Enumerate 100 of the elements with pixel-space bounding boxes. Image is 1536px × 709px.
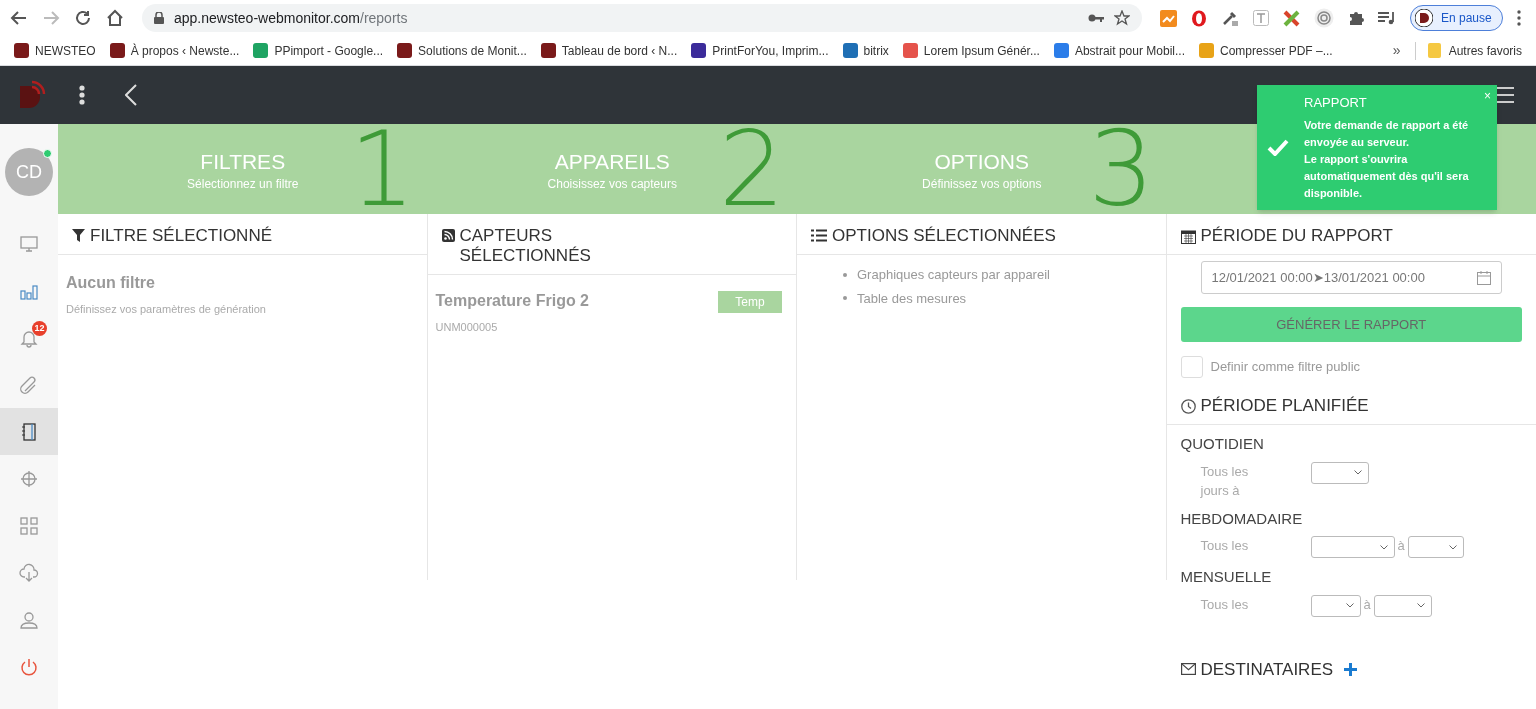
menu-icon[interactable] <box>1494 87 1514 103</box>
separator-text: à <box>1396 537 1406 555</box>
bookmark[interactable]: NEWSTEO <box>14 41 96 60</box>
calendar-icon <box>1477 270 1491 285</box>
dropdown[interactable] <box>1310 594 1361 617</box>
playlist-icon[interactable] <box>1378 11 1396 25</box>
clock-icon <box>1180 399 1196 414</box>
sidebar-item[interactable]: 12 <box>0 314 58 361</box>
separator-text: à <box>1362 595 1372 614</box>
power-icon <box>19 656 39 677</box>
schedule-label: Tous les <box>1200 537 1250 555</box>
profile-button[interactable]: En pause <box>1410 5 1503 31</box>
more-bookmarks-button[interactable]: » <box>1392 40 1401 61</box>
rss-icon <box>441 229 455 242</box>
text-icon[interactable] <box>1253 10 1269 26</box>
step-subtitle: Définissez vos options <box>922 176 1042 193</box>
bookmark-folder[interactable]: Autres favoris <box>1414 41 1522 60</box>
bookmark[interactable]: À propos ‹ Newste... <box>109 41 240 60</box>
notebook-icon <box>19 421 39 442</box>
crosshair-icon <box>19 468 39 489</box>
step-number: 1 <box>349 124 416 214</box>
section-title: OPTIONS SÉLECTIONNÉES <box>832 226 1056 246</box>
sidebar-item[interactable] <box>0 408 58 455</box>
filter-hint: Définissez vos paramètres de génération <box>66 302 267 317</box>
section-title: DESTINATAIRES <box>1200 658 1334 681</box>
checkbox-label: Definir comme filtre public <box>1210 358 1361 377</box>
check-icon <box>1267 139 1289 156</box>
option-item: Graphiques capteurs par appareil <box>857 266 1050 284</box>
dropdown[interactable] <box>1310 461 1369 484</box>
grid-icon <box>19 515 39 536</box>
eyedropper-icon[interactable] <box>1221 9 1239 27</box>
sensor-tag: Temp <box>718 291 782 313</box>
schedule-title: HEBDOMADAIRE <box>1180 508 1304 529</box>
chevron-down-icon <box>1448 544 1457 550</box>
bookmark[interactable]: Tableau de bord ‹ N... <box>540 41 678 60</box>
schedule-label: Tous les jours à <box>1200 462 1250 500</box>
section-title: PÉRIODE DU RAPPORT <box>1200 226 1393 246</box>
checkbox[interactable] <box>1180 356 1203 378</box>
bookmark[interactable]: Compresser PDF –... <box>1198 41 1333 60</box>
bookmark[interactable]: PPimport - Google... <box>253 41 384 60</box>
more-icon[interactable] <box>1516 10 1521 26</box>
star-icon[interactable] <box>1114 10 1130 26</box>
chevron-down-icon <box>1353 470 1362 475</box>
add-icon[interactable] <box>1344 662 1358 676</box>
puzzle-icon[interactable] <box>1348 10 1364 26</box>
forward-icon[interactable] <box>42 9 60 27</box>
bookmark[interactable]: Lorem Ipsum Génér... <box>902 41 1040 60</box>
chevron-down-icon <box>1416 603 1425 608</box>
cloud-download-icon <box>19 562 39 583</box>
toast-message: Votre demande de rapport a été envoyée au serveur. Le rapport s'ouvrira automatiquement dès qu'il sera disponible. <box>1304 118 1470 202</box>
calendar-icon <box>1180 229 1196 244</box>
step-subtitle: Choisissez vos capteurs <box>547 176 677 193</box>
filter-icon <box>72 229 85 242</box>
user-icon <box>19 609 39 630</box>
toast-title: RAPPORT <box>1304 93 1368 112</box>
envelope-icon <box>1180 663 1196 676</box>
home-icon[interactable] <box>106 9 124 27</box>
cross-icon[interactable] <box>1283 9 1300 27</box>
step-subtitle: Sélectionnez un filtre <box>187 176 299 193</box>
schedule-title: MENSUELLE <box>1180 567 1273 587</box>
bullet-icon <box>843 272 847 277</box>
dropdown[interactable] <box>1373 594 1432 617</box>
section-title: CAPTEURS SÉLECTIONNÉS <box>459 226 592 266</box>
back-icon[interactable] <box>125 84 137 106</box>
notification-badge: 12 <box>32 321 47 336</box>
o-icon[interactable] <box>1191 9 1207 27</box>
dropdown[interactable] <box>1310 536 1395 558</box>
folder-icon <box>1427 43 1441 58</box>
date-range-field[interactable]: 12/01/2021 00:00➤13/01/2021 00:00 <box>1200 261 1502 294</box>
schedule-label: Tous les <box>1200 595 1250 614</box>
lock-icon <box>154 12 164 24</box>
list-icon <box>811 229 827 242</box>
dropdown[interactable] <box>1407 536 1464 558</box>
option-item: Table des mesures <box>857 289 967 308</box>
chevron-down-icon <box>1379 544 1388 550</box>
back-icon[interactable] <box>10 9 28 27</box>
schedule-title: QUOTIDIEN <box>1180 434 1265 454</box>
url-text: app.newsteo-webmonitor.com/reports <box>174 8 409 28</box>
address-bar[interactable]: app.newsteo-webmonitor.com/reports <box>142 4 1142 32</box>
monitor-icon <box>19 233 39 254</box>
step-number: 3 <box>1088 124 1155 214</box>
bookmark[interactable]: Abstrait pour Mobil... <box>1053 41 1185 60</box>
bookmark[interactable]: PrintForYou, Imprim... <box>691 41 829 60</box>
sensor-id: UNM000005 <box>435 320 499 335</box>
bookmark[interactable]: Solutions de Monit... <box>397 41 527 60</box>
spiral-icon[interactable] <box>1314 8 1334 28</box>
paperclip-icon <box>19 374 39 395</box>
kebab-menu-icon[interactable] <box>79 85 85 105</box>
section-title: FILTRE SÉLECTIONNÉ <box>90 226 272 246</box>
chart-icon[interactable] <box>1160 9 1177 27</box>
reload-icon[interactable] <box>74 9 92 27</box>
avatar-icon <box>1415 9 1433 27</box>
key-icon[interactable] <box>1088 13 1104 23</box>
chevron-down-icon <box>1345 603 1354 608</box>
section-title: PÉRIODE PLANIFIÉE <box>1200 396 1369 416</box>
sensor-name: Temperature Frigo 2 <box>435 291 589 311</box>
filter-name: Aucun filtre <box>66 273 156 293</box>
bookmark[interactable]: bitrix <box>842 41 889 60</box>
bullet-icon <box>843 296 847 301</box>
step-number: 2 <box>718 124 785 214</box>
